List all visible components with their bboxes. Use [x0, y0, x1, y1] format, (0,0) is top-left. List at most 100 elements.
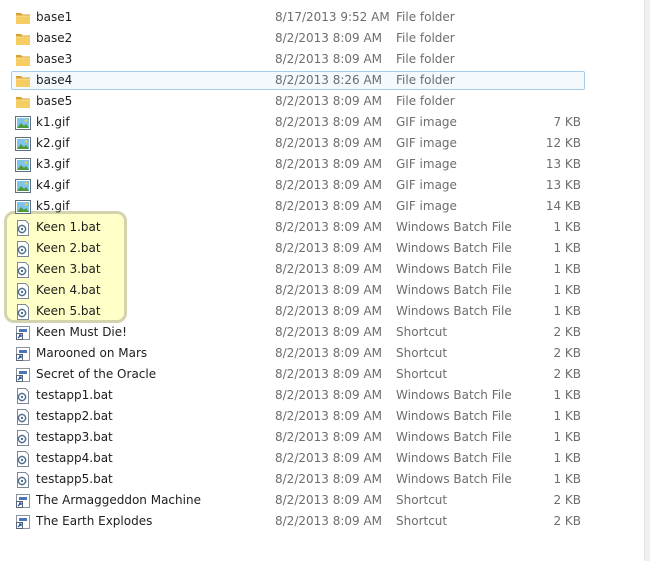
date-modified: 8/2/2013 8:09 AM — [275, 262, 383, 276]
gif-image-icon — [15, 157, 31, 173]
file-row[interactable]: k2.gif 8/2/2013 8:09 AM GIF image 12 KB — [0, 133, 644, 154]
file-size: 1 KB — [553, 262, 581, 276]
file-name: Secret of the Oracle — [36, 367, 157, 381]
file-type: Shortcut — [396, 346, 448, 360]
date-modified: 8/2/2013 8:09 AM — [275, 157, 383, 171]
batch-file-icon — [15, 262, 31, 278]
date-modified: 8/17/2013 9:52 AM — [275, 10, 390, 24]
file-type: Windows Batch File — [396, 430, 512, 444]
file-name: testapp5.bat — [36, 472, 113, 486]
shortcut-icon — [15, 325, 31, 341]
file-size: 2 KB — [553, 346, 581, 360]
date-modified: 8/2/2013 8:09 AM — [275, 493, 383, 507]
file-type: Windows Batch File — [396, 388, 512, 402]
gif-image-icon — [15, 199, 31, 215]
file-row[interactable]: testapp4.bat 8/2/2013 8:09 AM Windows Batc… — [0, 448, 644, 469]
batch-file-icon — [15, 451, 31, 467]
file-size: 1 KB — [553, 241, 581, 255]
file-name: Keen 2.bat — [36, 241, 101, 255]
date-modified: 8/2/2013 8:09 AM — [275, 94, 383, 108]
date-modified: 8/2/2013 8:09 AM — [275, 304, 383, 318]
file-row[interactable]: Secret of the Oracle 8/2/2013 8:09 AM Shor… — [0, 364, 644, 385]
file-name: The Earth Explodes — [36, 514, 153, 528]
file-row[interactable]: Keen 1.bat 8/2/2013 8:09 AM Windows Batch … — [0, 217, 644, 238]
file-name: Keen 1.bat — [36, 220, 101, 234]
gif-image-icon — [15, 115, 31, 131]
date-modified: 8/2/2013 8:09 AM — [275, 430, 383, 444]
file-name: The Armaggeddon Machine — [36, 493, 201, 507]
batch-file-icon — [15, 430, 31, 446]
folder-row[interactable]: base1 8/17/2013 9:52 AM File folder — [0, 7, 644, 28]
folder-row[interactable]: base5 8/2/2013 8:09 AM File folder — [0, 91, 644, 112]
file-name: k5.gif — [36, 199, 70, 213]
file-row[interactable]: testapp1.bat 8/2/2013 8:09 AM Windows Batc… — [0, 385, 644, 406]
gif-image-icon — [15, 178, 31, 194]
file-type: Windows Batch File — [396, 283, 512, 297]
file-type: Windows Batch File — [396, 451, 512, 465]
date-modified: 8/2/2013 8:09 AM — [275, 115, 383, 129]
file-row[interactable]: k5.gif 8/2/2013 8:09 AM GIF image 14 KB — [0, 196, 644, 217]
shortcut-icon — [15, 514, 31, 530]
date-modified: 8/2/2013 8:09 AM — [275, 472, 383, 486]
folder-row[interactable]: base2 8/2/2013 8:09 AM File folder — [0, 28, 644, 49]
folder-icon — [15, 94, 31, 110]
file-size: 14 KB — [545, 199, 581, 213]
file-row[interactable]: Keen 2.bat 8/2/2013 8:09 AM Windows Batch … — [0, 238, 644, 259]
file-name: k4.gif — [36, 178, 70, 192]
file-size: 1 KB — [553, 283, 581, 297]
file-size: 2 KB — [553, 325, 581, 339]
folder-icon — [15, 52, 31, 68]
date-modified: 8/2/2013 8:09 AM — [275, 346, 383, 360]
file-name: Keen Must Die! — [36, 325, 127, 339]
file-size: 2 KB — [553, 367, 581, 381]
file-size: 1 KB — [553, 472, 581, 486]
file-type: Shortcut — [396, 367, 448, 381]
file-name: k1.gif — [36, 115, 70, 129]
file-name: base5 — [36, 94, 73, 108]
date-modified: 8/2/2013 8:09 AM — [275, 451, 383, 465]
file-size: 1 KB — [553, 409, 581, 423]
file-name: k3.gif — [36, 157, 70, 171]
batch-file-icon — [15, 409, 31, 425]
folder-row[interactable]: base4 8/2/2013 8:26 AM File folder — [0, 70, 644, 91]
date-modified: 8/2/2013 8:09 AM — [275, 31, 383, 45]
file-row[interactable]: The Earth Explodes 8/2/2013 8:09 AM Shortc… — [0, 511, 644, 532]
file-row[interactable]: k1.gif 8/2/2013 8:09 AM GIF image 7 KB — [0, 112, 644, 133]
file-row[interactable]: k4.gif 8/2/2013 8:09 AM GIF image 13 KB — [0, 175, 644, 196]
file-name: k2.gif — [36, 136, 70, 150]
file-row[interactable]: Keen 3.bat 8/2/2013 8:09 AM Windows Batch … — [0, 259, 644, 280]
date-modified: 8/2/2013 8:09 AM — [275, 283, 383, 297]
file-size: 13 KB — [545, 178, 581, 192]
file-size: 1 KB — [553, 220, 581, 234]
batch-file-icon — [15, 388, 31, 404]
file-name: base2 — [36, 31, 73, 45]
file-row[interactable]: testapp3.bat 8/2/2013 8:09 AM Windows Batc… — [0, 427, 644, 448]
folder-icon — [15, 10, 31, 26]
file-row[interactable]: testapp2.bat 8/2/2013 8:09 AM Windows Batc… — [0, 406, 644, 427]
file-type: Shortcut — [396, 514, 448, 528]
file-name: base4 — [36, 73, 73, 87]
date-modified: 8/2/2013 8:09 AM — [275, 388, 383, 402]
date-modified: 8/2/2013 8:09 AM — [275, 367, 383, 381]
file-type: GIF image — [396, 199, 457, 213]
file-row[interactable]: Keen 4.bat 8/2/2013 8:09 AM Windows Batch … — [0, 280, 644, 301]
file-size: 2 KB — [553, 514, 581, 528]
file-row[interactable]: The Armaggeddon Machine 8/2/2013 8:09 AM S… — [0, 490, 644, 511]
date-modified: 8/2/2013 8:09 AM — [275, 514, 383, 528]
file-row[interactable]: Keen 5.bat 8/2/2013 8:09 AM Windows Batch … — [0, 301, 644, 322]
file-row[interactable]: Keen Must Die! 8/2/2013 8:09 AM Shortcut 2 … — [0, 322, 644, 343]
folder-row[interactable]: base3 8/2/2013 8:09 AM File folder — [0, 49, 644, 70]
file-type: Windows Batch File — [396, 220, 512, 234]
date-modified: 8/2/2013 8:26 AM — [275, 73, 383, 87]
file-row[interactable]: k3.gif 8/2/2013 8:09 AM GIF image 13 KB — [0, 154, 644, 175]
date-modified: 8/2/2013 8:09 AM — [275, 136, 383, 150]
file-type: Windows Batch File — [396, 241, 512, 255]
batch-file-icon — [15, 241, 31, 257]
shortcut-icon — [15, 493, 31, 509]
file-row[interactable]: testapp5.bat 8/2/2013 8:09 AM Windows Batc… — [0, 469, 644, 490]
file-row[interactable]: Marooned on Mars 8/2/2013 8:09 AM Shortcut… — [0, 343, 644, 364]
file-type: GIF image — [396, 157, 457, 171]
file-size: 12 KB — [545, 136, 581, 150]
file-name: Keen 5.bat — [36, 304, 101, 318]
file-size: 1 KB — [553, 388, 581, 402]
